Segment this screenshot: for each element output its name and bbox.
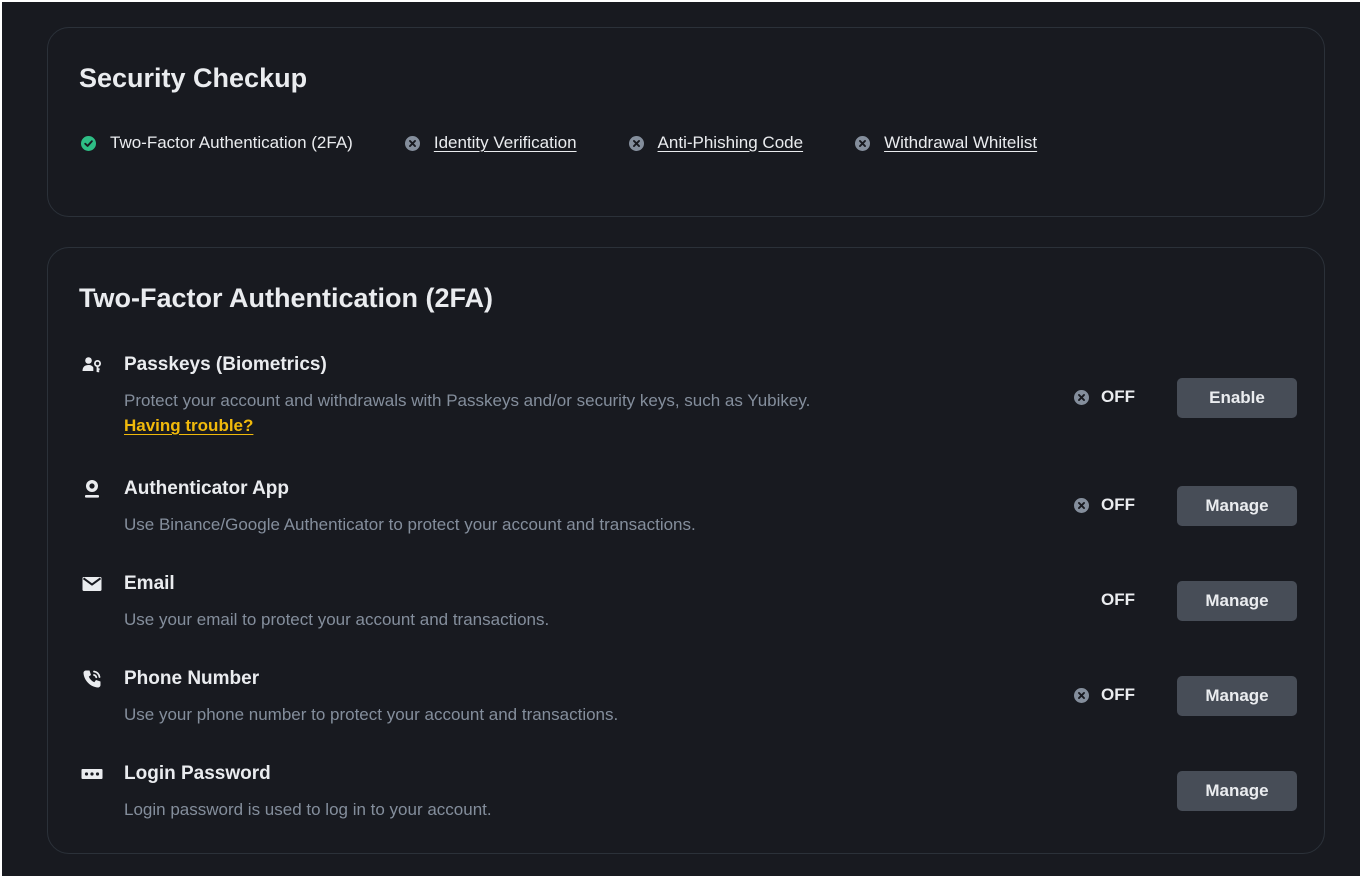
- x-circle-icon: [628, 135, 644, 151]
- method-status: OFF: [1074, 685, 1135, 705]
- anti-phishing-code-link[interactable]: Anti-Phishing Code: [658, 133, 804, 153]
- method-email: Email Use your email to protect your acc…: [79, 570, 1297, 640]
- checkup-item-2fa: Two-Factor Authentication (2FA): [81, 133, 353, 153]
- enable-passkeys-button[interactable]: Enable: [1177, 378, 1297, 418]
- method-name: Authenticator App: [124, 478, 290, 499]
- security-checkup-title: Security Checkup: [79, 63, 308, 93]
- identity-verification-link[interactable]: Identity Verification: [434, 133, 577, 153]
- method-name: Email: [124, 573, 175, 594]
- method-status: OFF: [1074, 495, 1135, 515]
- checkup-item-anti-phishing[interactable]: Anti-Phishing Code: [628, 133, 804, 153]
- manage-phone-button[interactable]: Manage: [1177, 676, 1297, 716]
- x-circle-icon: [1074, 497, 1089, 513]
- checkup-item-withdrawal-whitelist[interactable]: Withdrawal Whitelist: [855, 133, 1037, 153]
- x-circle-icon: [1074, 389, 1089, 405]
- x-circle-icon: [1074, 687, 1089, 703]
- method-description: Use your email to protect your account a…: [124, 610, 550, 629]
- method-passkeys: Passkeys (Biometrics) Protect your accou…: [79, 351, 1297, 441]
- method-authenticator-app: Authenticator App Use Binance/Google Aut…: [79, 475, 1297, 545]
- method-description: Protect your account and withdrawals wit…: [124, 391, 811, 410]
- security-page: Security Checkup Two-Factor Authenticati…: [2, 2, 1360, 876]
- check-circle-icon: [81, 135, 96, 151]
- email-icon: [81, 573, 103, 595]
- checkup-item-identity-verification[interactable]: Identity Verification: [404, 133, 577, 153]
- status-text: OFF: [1101, 387, 1135, 406]
- method-description: Login password is used to log in to your…: [124, 800, 492, 819]
- method-status: OFF: [1101, 590, 1135, 610]
- method-description: Use your phone number to protect your ac…: [124, 705, 619, 724]
- method-status: OFF: [1074, 387, 1135, 407]
- phone-icon: [81, 668, 103, 690]
- manage-password-button[interactable]: Manage: [1177, 771, 1297, 811]
- method-description: Use Binance/Google Authenticator to prot…: [124, 515, 696, 534]
- method-name: Passkeys (Biometrics): [124, 354, 327, 375]
- x-circle-icon: [855, 135, 871, 151]
- manage-email-button[interactable]: Manage: [1177, 581, 1297, 621]
- method-login-password: Login Password Login password is used to…: [79, 760, 1297, 830]
- status-text: OFF: [1101, 685, 1135, 704]
- method-phone-number: Phone Number Use your phone number to pr…: [79, 665, 1297, 735]
- checkup-list: Two-Factor Authentication (2FA) Identity…: [81, 130, 1089, 156]
- two-factor-title: Two-Factor Authentication (2FA): [79, 283, 493, 313]
- having-trouble-link[interactable]: Having trouble?: [124, 414, 253, 438]
- manage-authenticator-button[interactable]: Manage: [1177, 486, 1297, 526]
- method-name: Login Password: [124, 763, 271, 784]
- passkey-icon: [81, 354, 103, 376]
- status-text: OFF: [1101, 590, 1135, 609]
- password-icon: [81, 763, 103, 785]
- security-checkup-card: Security Checkup Two-Factor Authenticati…: [47, 27, 1325, 217]
- authenticator-icon: [81, 478, 103, 500]
- withdrawal-whitelist-link[interactable]: Withdrawal Whitelist: [884, 133, 1037, 153]
- status-text: OFF: [1101, 495, 1135, 514]
- two-factor-card: Two-Factor Authentication (2FA) Passkeys…: [47, 247, 1325, 854]
- checkup-item-label: Two-Factor Authentication (2FA): [110, 133, 353, 152]
- x-circle-icon: [404, 135, 420, 151]
- method-name: Phone Number: [124, 668, 260, 689]
